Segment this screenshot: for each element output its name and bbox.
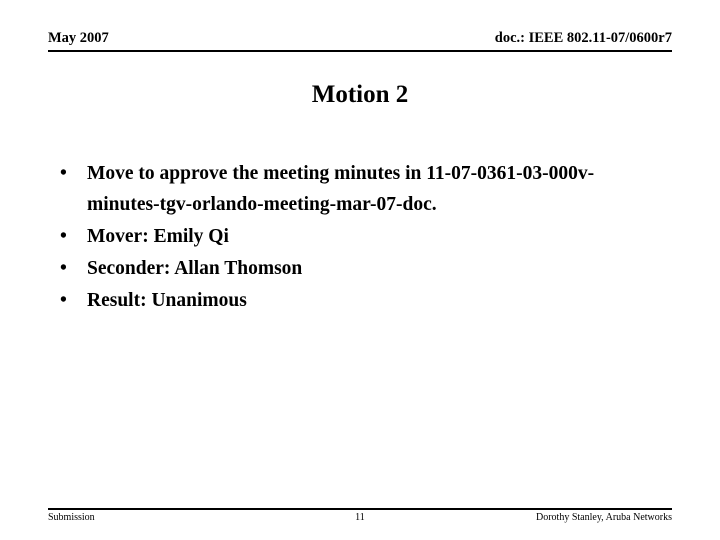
footer-submission-label: Submission <box>48 512 95 523</box>
bullet-icon: • <box>60 226 67 247</box>
list-item: • Mover: Emily Qi <box>48 221 648 252</box>
header-document-number: doc.: IEEE 802.11-07/0600r7 <box>494 30 672 46</box>
slide-body: • Move to approve the meeting minutes in… <box>48 158 648 317</box>
footer-author: Dorothy Stanley, Aruba Networks <box>536 512 672 523</box>
slide-footer: Submission 11 Dorothy Stanley, Aruba Net… <box>48 511 672 527</box>
slide-header: May 2007 doc.: IEEE 802.11-07/0600r7 <box>48 30 672 52</box>
bullet-text: Result: Unanimous <box>87 290 247 311</box>
header-date: May 2007 <box>48 30 109 46</box>
slide: May 2007 doc.: IEEE 802.11-07/0600r7 Mot… <box>0 0 720 540</box>
list-item: • Seconder: Allan Thomson <box>48 253 648 284</box>
bullet-list: • Move to approve the meeting minutes in… <box>48 158 648 316</box>
list-item: • Result: Unanimous <box>48 285 648 316</box>
bullet-icon: • <box>60 163 67 184</box>
slide-title: Motion 2 <box>311 81 409 108</box>
footer-page-number: 11 <box>355 512 365 523</box>
header-divider <box>48 50 672 52</box>
bullet-text: Mover: Emily Qi <box>87 226 229 247</box>
list-item: • Move to approve the meeting minutes in… <box>48 158 648 220</box>
bullet-text: Move to approve the meeting minutes in 1… <box>87 163 595 215</box>
bullet-text: Seconder: Allan Thomson <box>87 258 303 279</box>
footer-divider <box>48 508 672 510</box>
bullet-icon: • <box>60 258 67 279</box>
bullet-icon: • <box>60 290 67 311</box>
